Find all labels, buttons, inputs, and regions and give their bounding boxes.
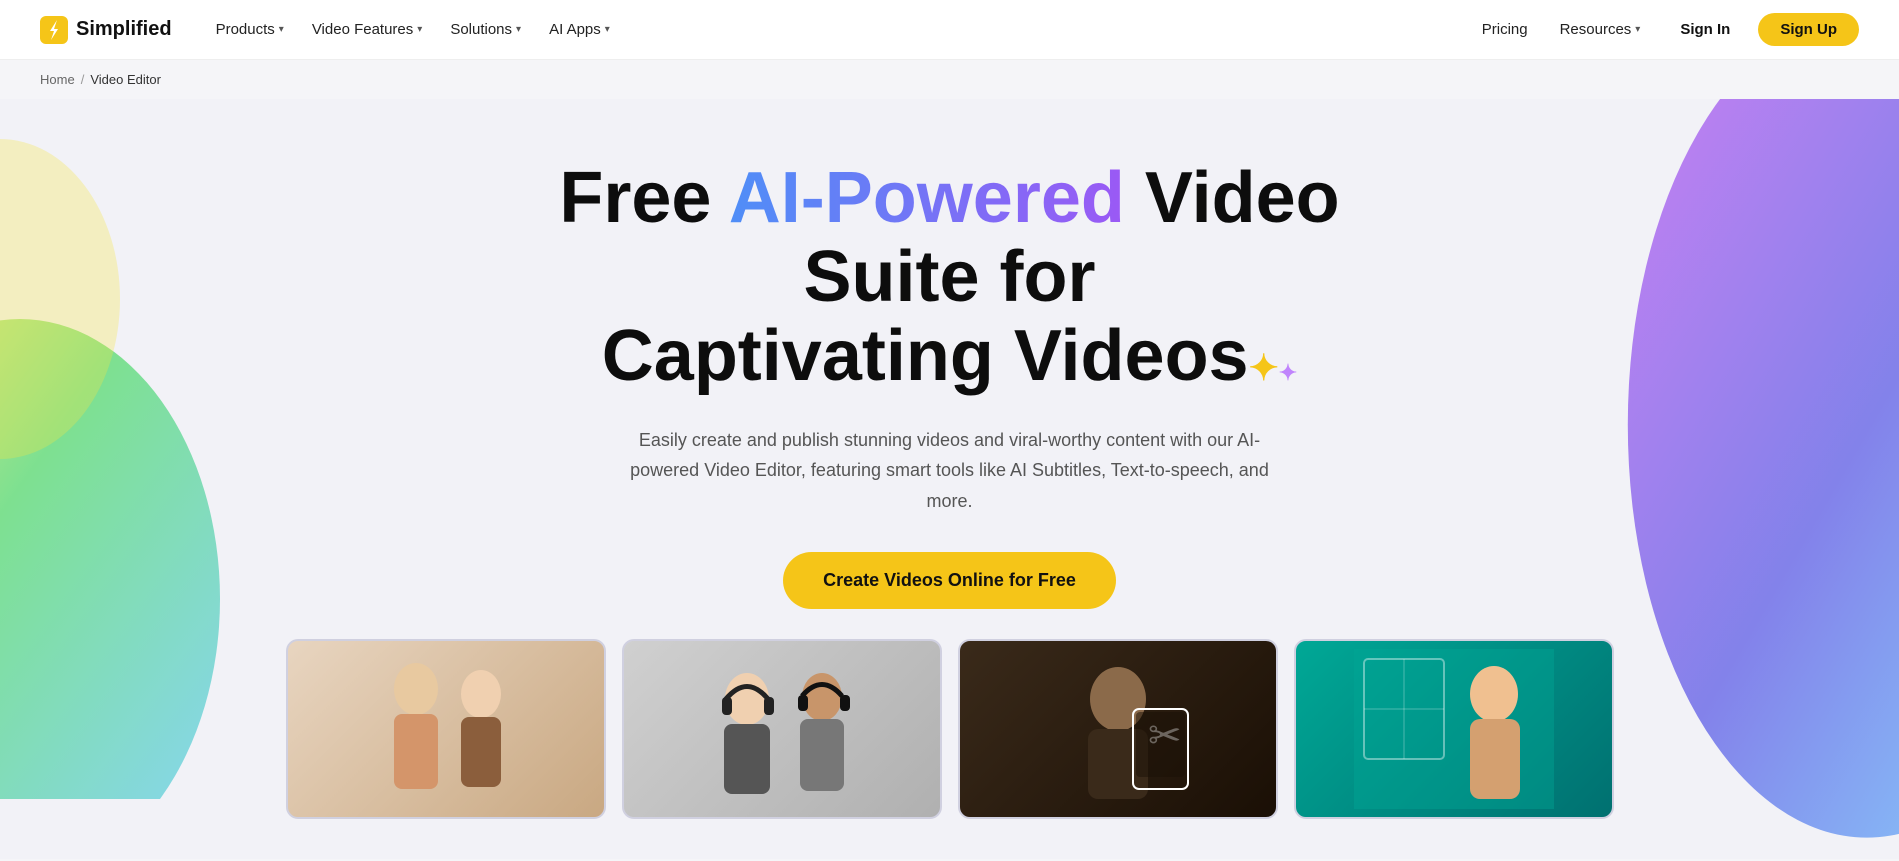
nav-right: Pricing Resources ▾ Sign In Sign Up [1470,13,1859,46]
video-thumbnail-1[interactable] [286,639,606,819]
nav-resources[interactable]: Resources ▾ [1548,15,1653,44]
nav-links: Products ▾ Video Features ▾ Solutions ▾ … [204,15,622,44]
nav-ai-apps[interactable]: AI Apps ▾ [537,15,622,44]
logo-text: Simplified [76,18,172,41]
breadcrumb-home[interactable]: Home [40,72,75,87]
chevron-down-icon: ▾ [417,24,422,35]
chevron-down-icon: ▾ [279,24,284,35]
nav-products[interactable]: Products ▾ [204,15,296,44]
hero-content: Free AI-Powered Video Suite for Captivat… [500,159,1400,609]
video-thumbnail-3[interactable]: ✂ [958,639,1278,819]
breadcrumb-current: Video Editor [90,72,161,87]
signup-button[interactable]: Sign Up [1758,13,1859,46]
hero-section: Free AI-Powered Video Suite for Captivat… [0,99,1899,859]
hero-title: Free AI-Powered Video Suite for Captivat… [500,159,1400,397]
hero-subtitle: Easily create and publish stunning video… [630,425,1270,517]
chevron-down-icon: ▾ [1635,24,1640,35]
cta-button[interactable]: Create Videos Online for Free [783,552,1116,609]
sparkle-large-icon: ✦ [1249,347,1279,388]
logo-link[interactable]: Simplified [40,16,172,44]
chevron-down-icon: ▾ [516,24,521,35]
nav-pricing[interactable]: Pricing [1470,15,1540,44]
left-blob [0,99,260,799]
nav-solutions[interactable]: Solutions ▾ [438,15,533,44]
thumbnails-row: ✂ [246,609,1654,819]
nav-video-features[interactable]: Video Features ▾ [300,15,435,44]
breadcrumb-separator: / [81,72,85,87]
breadcrumb: Home / Video Editor [0,60,1899,99]
video-thumbnail-4[interactable] [1294,639,1614,819]
chevron-down-icon: ▾ [605,24,610,35]
nav-left: Simplified Products ▾ Video Features ▾ S… [40,15,622,44]
main-navigation: Simplified Products ▾ Video Features ▾ S… [0,0,1899,60]
signin-button[interactable]: Sign In [1660,13,1750,46]
video-thumbnail-2[interactable] [622,639,942,819]
logo-icon [40,16,68,44]
sparkle-small-icon: ✦ [1279,360,1297,385]
